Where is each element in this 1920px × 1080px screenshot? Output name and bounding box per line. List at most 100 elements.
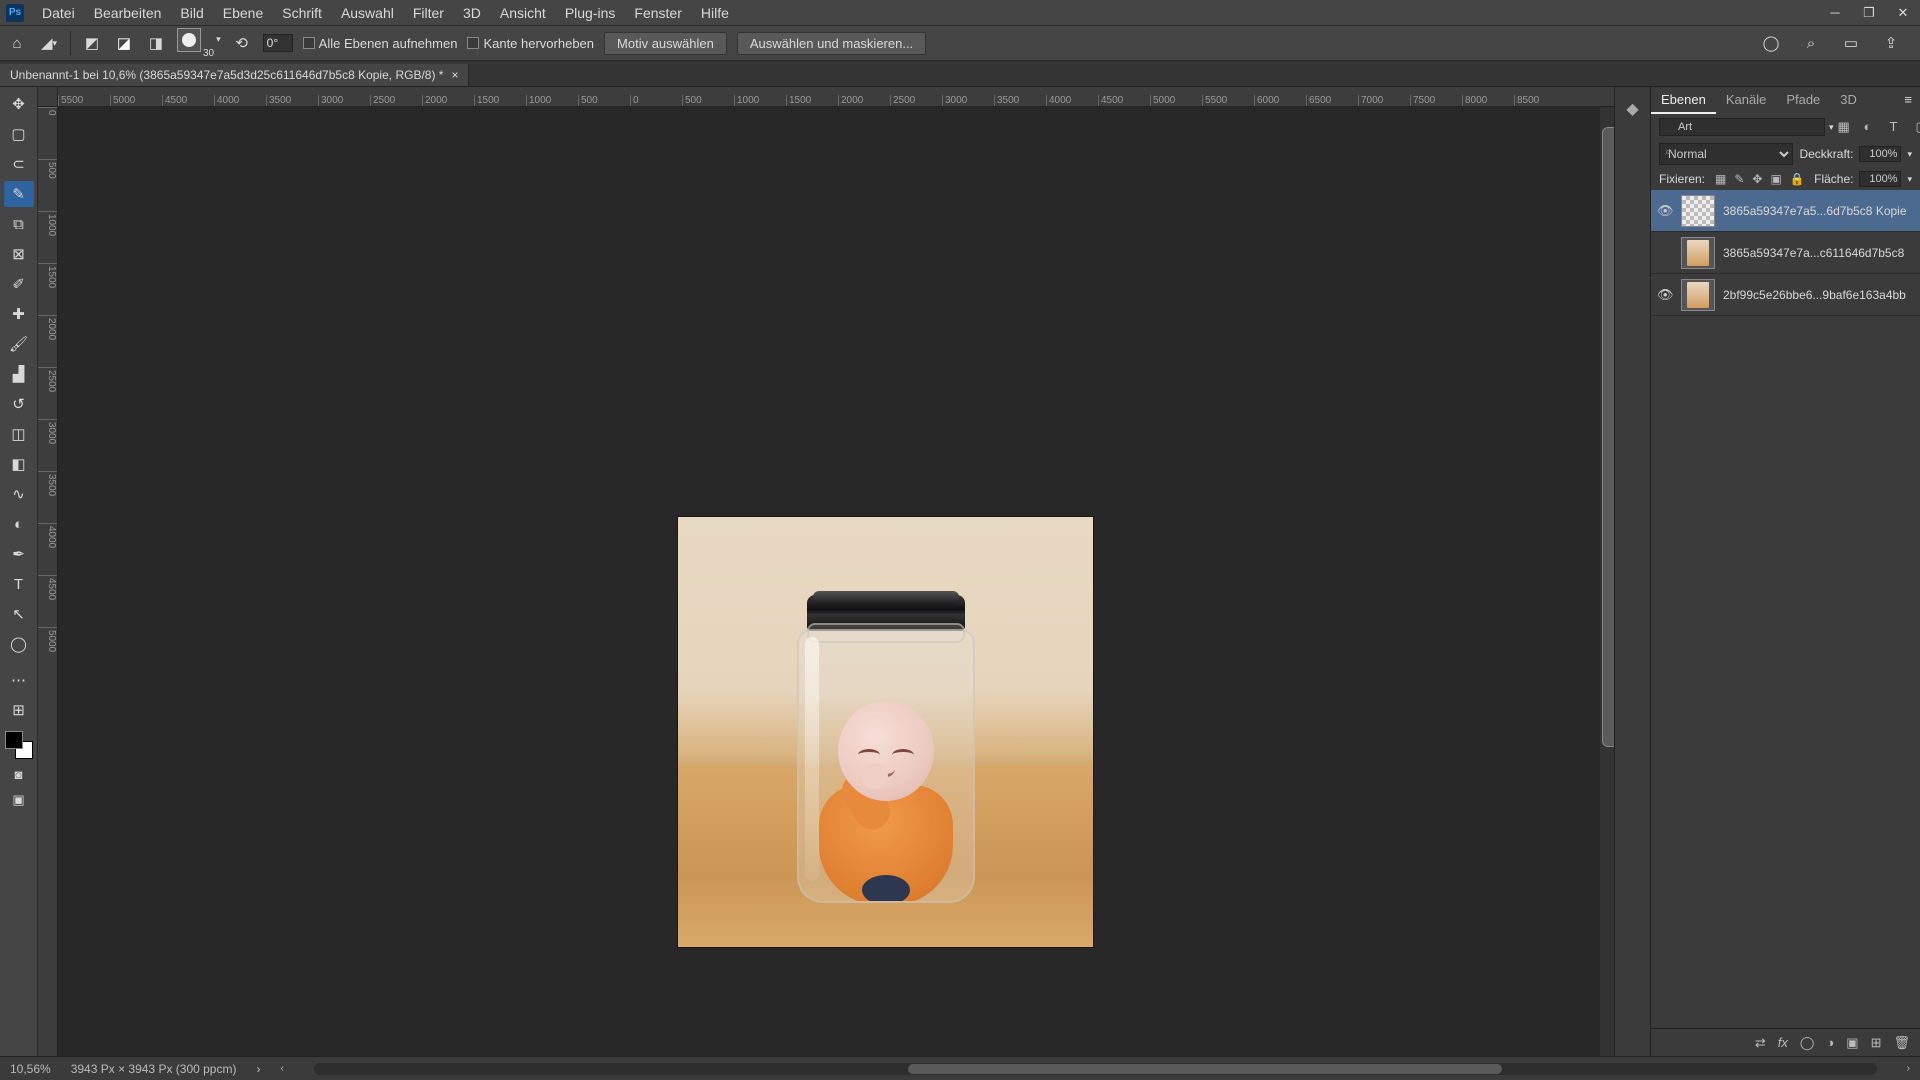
path-select-tool-icon[interactable]: ↖ [4, 601, 34, 627]
marquee-tool-icon[interactable]: ▢ [4, 121, 34, 147]
color-swatches[interactable] [5, 731, 33, 759]
vertical-scrollbar[interactable] [1600, 107, 1614, 1056]
window-minimize-icon[interactable]: ─ [1818, 0, 1852, 25]
enhance-edge-checkbox[interactable]: Kante hervorheben [467, 36, 594, 51]
visibility-toggle-icon[interactable]: 👁 [1657, 203, 1673, 219]
chevron-down-icon[interactable]: ▾ [1829, 122, 1834, 133]
lock-pixels-icon[interactable]: ✎ [1734, 172, 1744, 186]
horizontal-scrollbar[interactable] [314, 1063, 1877, 1075]
artboard-image[interactable] [678, 517, 1093, 947]
fill-field[interactable] [1859, 171, 1901, 187]
layer-name[interactable]: 3865a59347e7a5...6d7b5c8 Kopie [1723, 204, 1907, 218]
tool-preset-icon[interactable]: ◢▾ [38, 32, 60, 54]
layer-thumbnail[interactable] [1681, 195, 1715, 227]
document-tab[interactable]: Unbenannt-1 bei 10,6% (3865a59347e7a5d3d… [0, 64, 469, 86]
chevron-down-icon[interactable]: ▾ [1907, 174, 1912, 185]
layer-thumbnail[interactable] [1681, 237, 1715, 269]
chevron-down-icon[interactable]: ▾ [1907, 149, 1912, 160]
heal-tool-icon[interactable]: ✚ [4, 301, 34, 327]
filter-shape-icon[interactable]: ▢ [1916, 119, 1920, 135]
link-layers-icon[interactable]: ⇄ [1755, 1035, 1766, 1051]
stamp-tool-icon[interactable]: ▟ [4, 361, 34, 387]
sample-all-layers-checkbox[interactable]: Alle Ebenen aufnehmen [303, 36, 458, 51]
edit-toolbar-icon[interactable]: ⊞ [4, 697, 34, 723]
menu-hilfe[interactable]: Hilfe [692, 3, 738, 23]
quick-mask-icon[interactable]: ◙ [4, 763, 34, 785]
move-tool-icon[interactable]: ✥ [4, 91, 34, 117]
window-restore-icon[interactable]: ❐ [1852, 0, 1886, 25]
quick-select-tool-icon[interactable]: ✎ [4, 181, 34, 207]
menu-ansicht[interactable]: Ansicht [491, 3, 555, 23]
quick-select-add-icon[interactable]: ◪ [113, 32, 135, 54]
history-brush-tool-icon[interactable]: ↺ [4, 391, 34, 417]
menu-fenster[interactable]: Fenster [625, 3, 690, 23]
doc-dimensions[interactable]: 3943 Px × 3943 Px (300 ppcm) [71, 1062, 237, 1076]
menu-bearbeiten[interactable]: Bearbeiten [85, 3, 171, 23]
canvas[interactable]: 5500500045004000350030002500200015001000… [38, 87, 1614, 1056]
tab-ebenen[interactable]: Ebenen [1651, 87, 1716, 114]
menu-ebene[interactable]: Ebene [214, 3, 272, 23]
group-icon[interactable]: ▣ [1846, 1035, 1858, 1051]
chevron-left-icon[interactable]: ‹ [280, 1063, 283, 1074]
lock-all-icon[interactable]: 🔒 [1790, 172, 1805, 186]
mask-icon[interactable]: ◯ [1800, 1035, 1815, 1051]
blend-mode-select[interactable]: Normal [1659, 143, 1793, 165]
zoom-level[interactable]: 10,56% [10, 1062, 51, 1076]
menu-auswahl[interactable]: Auswahl [332, 3, 403, 23]
tab-pfade[interactable]: Pfade [1776, 87, 1830, 114]
lock-transparency-icon[interactable]: ▦ [1715, 172, 1726, 186]
dodge-tool-icon[interactable]: ◐ [4, 511, 34, 537]
quick-select-new-icon[interactable]: ◩ [81, 32, 103, 54]
chevron-right-icon[interactable]: › [256, 1062, 260, 1076]
crop-tool-icon[interactable]: ⧉ [4, 211, 34, 237]
eraser-tool-icon[interactable]: ◫ [4, 421, 34, 447]
filter-type-icon[interactable]: T [1890, 119, 1906, 135]
quick-select-subtract-icon[interactable]: ◨ [145, 32, 167, 54]
menu-datei[interactable]: Datei [33, 3, 84, 23]
brush-tool-icon[interactable]: 🖌 [4, 331, 34, 357]
rotation-field[interactable] [263, 34, 293, 52]
properties-panel-icon[interactable]: ◆ [1626, 99, 1638, 119]
menu-3d[interactable]: 3D [454, 3, 490, 23]
ruler-origin[interactable] [38, 87, 58, 107]
cloud-docs-icon[interactable]: ◯ [1760, 32, 1782, 54]
share-icon[interactable]: ⇪ [1880, 32, 1902, 54]
shape-tool-icon[interactable]: ◯ [4, 631, 34, 657]
search-icon[interactable]: ⌕ [1800, 32, 1822, 54]
layer-name[interactable]: 2bf99c5e26bbe6...9baf6e163a4bb [1723, 288, 1906, 302]
adjustment-icon[interactable]: ◑ [1826, 1035, 1834, 1050]
chevron-down-icon[interactable]: ▾ [216, 34, 221, 45]
select-and-mask-button[interactable]: Auswählen und maskieren... [737, 32, 926, 55]
menu-plugins[interactable]: Plug-ins [556, 3, 625, 23]
lock-position-icon[interactable]: ✥ [1752, 172, 1762, 186]
close-tab-icon[interactable]: × [451, 68, 458, 82]
eyedropper-tool-icon[interactable]: ✐ [4, 271, 34, 297]
brush-preview[interactable] [177, 28, 201, 52]
screen-mode-icon[interactable]: ▣ [4, 789, 34, 811]
layer-row[interactable]: 👁 3865a59347e7a5...6d7b5c8 Kopie [1651, 190, 1920, 232]
opacity-field[interactable] [1859, 146, 1901, 162]
chevron-right-icon[interactable]: › [1907, 1063, 1910, 1074]
foreground-swatch[interactable] [5, 731, 23, 749]
lasso-tool-icon[interactable]: ⊂ [4, 151, 34, 177]
tab-3d[interactable]: 3D [1830, 87, 1867, 114]
layer-filter-input[interactable] [1659, 118, 1825, 136]
lock-artboard-icon[interactable]: ▣ [1770, 172, 1781, 186]
fx-icon[interactable]: fx [1778, 1035, 1788, 1050]
gradient-tool-icon[interactable]: ◧ [4, 451, 34, 477]
vertical-ruler[interactable]: 0500100015002000250030003500400045005000 [38, 107, 58, 1056]
home-icon[interactable]: ⌂ [6, 32, 28, 54]
menu-filter[interactable]: Filter [404, 3, 453, 23]
filter-pixel-icon[interactable]: ▦ [1838, 119, 1854, 135]
layer-name[interactable]: 3865a59347e7a...c611646d7b5c8 [1723, 246, 1904, 260]
layer-row[interactable]: 👁2bf99c5e26bbe6...9baf6e163a4bb [1651, 274, 1920, 316]
delete-layer-icon[interactable]: 🗑 [1893, 1035, 1910, 1051]
menu-bild[interactable]: Bild [171, 3, 212, 23]
new-layer-icon[interactable]: ⊞ [1871, 1035, 1882, 1051]
more-tools-icon[interactable]: ⋯ [4, 667, 34, 693]
rotation-icon[interactable]: ⟲ [231, 32, 253, 54]
frame-tool-icon[interactable]: ⊠ [4, 241, 34, 267]
select-subject-button[interactable]: Motiv auswählen [604, 32, 727, 55]
menu-schrift[interactable]: Schrift [273, 3, 331, 23]
pen-tool-icon[interactable]: ✒ [4, 541, 34, 567]
